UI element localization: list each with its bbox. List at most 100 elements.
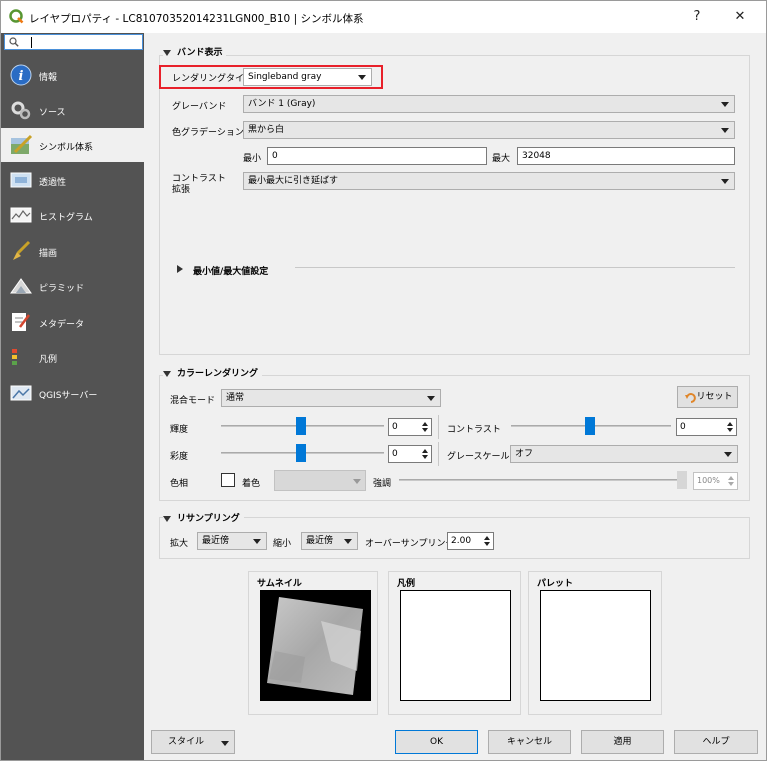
close-icon[interactable]: ✕ [730, 7, 750, 27]
transparency-icon [10, 172, 32, 188]
spin-down-icon[interactable] [728, 482, 734, 486]
colorize-color-button[interactable] [274, 470, 366, 491]
sidebar-item-legend[interactable]: 凡例 [1, 340, 144, 374]
strength-spinbox[interactable]: 100% [693, 472, 738, 490]
contrast-label: コントラスト [447, 425, 501, 435]
sidebar-item-pyramids[interactable]: ピラミッド [1, 269, 144, 303]
sidebar-item-label: QGISサーバー [39, 391, 98, 401]
render-type-select[interactable]: Singleband gray [243, 68, 372, 86]
render-type-label: レンダリングタイプ [172, 74, 254, 84]
saturation-slider-handle[interactable] [296, 444, 306, 462]
grayscale-select[interactable]: オフ [510, 445, 738, 463]
legend-preview-title: 凡例 [397, 579, 416, 589]
sidebar-item-symbology[interactable]: シンボル体系 [1, 128, 144, 162]
colorize-checkbox[interactable] [221, 473, 235, 487]
color-gradient-select[interactable]: 黒から白 [243, 121, 735, 139]
gray-band-value: バンド 1 (Gray) [248, 99, 316, 109]
sidebar-item-info[interactable]: i 情報 [1, 58, 144, 92]
resampling-header[interactable]: リサンプリング [163, 511, 244, 524]
sidebar-item-source[interactable]: ソース [1, 93, 144, 127]
spin-up-icon[interactable] [728, 476, 734, 480]
saturation-value: 0 [392, 449, 398, 459]
gray-band-select[interactable]: バンド 1 (Gray) [243, 95, 735, 113]
zoomed-in-select[interactable]: 最近傍 [197, 532, 267, 550]
legend-icon [12, 349, 17, 365]
color-rendering-header[interactable]: カラーレンダリング [163, 366, 263, 379]
chevron-down-icon [427, 396, 435, 401]
saturation-spinbox[interactable]: 0 [388, 445, 432, 463]
spin-up-icon[interactable] [484, 536, 490, 540]
spin-up-icon[interactable] [422, 449, 428, 453]
spin-up-icon[interactable] [422, 422, 428, 426]
contrast-spinbox[interactable]: 0 [676, 418, 737, 436]
thumbnail-title: サムネイル [257, 579, 302, 589]
spin-down-icon[interactable] [484, 542, 490, 546]
band-rendering-header[interactable]: バンド表示 [163, 45, 227, 58]
strength-value: 100% [697, 476, 720, 485]
brightness-value: 0 [392, 422, 398, 432]
blend-mode-select[interactable]: 通常 [221, 389, 441, 407]
reset-button[interactable]: リセット [677, 386, 738, 408]
palette-frame [540, 590, 651, 701]
zoomed-in-label: 拡大 [170, 539, 189, 549]
sidebar-search-input[interactable] [4, 34, 143, 50]
strength-label: 強調 [373, 479, 392, 489]
sidebar-item-metadata[interactable]: メタデータ [1, 305, 144, 339]
spin-down-icon[interactable] [422, 428, 428, 432]
sidebar-item-rendering[interactable]: 描画 [1, 234, 144, 268]
band-rendering-title: バンド表示 [177, 48, 223, 58]
color-gradient-value: 黒から白 [248, 125, 285, 135]
help-button[interactable]: ヘルプ [674, 730, 758, 754]
ok-label: OK [430, 737, 443, 747]
spin-up-icon[interactable] [727, 422, 733, 426]
spin-down-icon[interactable] [727, 428, 733, 432]
sidebar-item-label: 描画 [39, 249, 58, 259]
reset-label: リセット [696, 392, 733, 402]
sidebar-item-label: ソース [39, 108, 66, 118]
minmax-settings-header[interactable]: 最小値/最大値設定 [193, 264, 268, 277]
max-input[interactable]: 32048 [517, 147, 735, 165]
chevron-down-icon [221, 741, 229, 746]
spin-down-icon[interactable] [422, 455, 428, 459]
sidebar-item-label: ピラミッド [39, 284, 85, 294]
brightness-spinbox[interactable]: 0 [388, 418, 432, 436]
contrast-enhancement-select[interactable]: 最小最大に引き延ばす [243, 172, 735, 190]
resampling-title: リサンプリング [177, 514, 240, 524]
histogram-icon [10, 207, 32, 223]
contrast-enhancement-label-2: 拡張 [172, 185, 191, 195]
contrast-enhancement-value: 最小最大に引き延ばす [248, 176, 339, 186]
qgis-server-icon [10, 385, 32, 401]
min-input[interactable]: 0 [267, 147, 487, 165]
help-title-button[interactable]: ? [687, 7, 707, 27]
brightness-slider-handle[interactable] [296, 417, 306, 435]
help-label: ヘルプ [702, 737, 730, 747]
oversampling-spinbox[interactable]: 2.00 [447, 532, 494, 550]
saturation-label: 彩度 [170, 452, 189, 462]
sidebar-item-histogram[interactable]: ヒストグラム [1, 198, 144, 232]
zoomed-out-label: 縮小 [273, 539, 292, 549]
apply-label: 適用 [613, 737, 632, 747]
chevron-down-icon [721, 128, 729, 133]
metadata-icon [12, 313, 30, 331]
style-menu-button[interactable]: スタイル [151, 730, 235, 754]
apply-button[interactable]: 適用 [581, 730, 664, 754]
sidebar-item-qgis-server[interactable]: QGISサーバー [1, 376, 144, 410]
contrast-slider-handle[interactable] [585, 417, 595, 435]
zoomed-out-value: 最近傍 [306, 536, 334, 546]
rendering-icon [13, 240, 31, 260]
satellite-thumbnail-image [267, 597, 363, 695]
ok-button[interactable]: OK [395, 730, 478, 754]
palette-panel: パレット [528, 571, 662, 715]
thumbnail-panel: サムネイル [248, 571, 378, 715]
strength-slider-handle[interactable] [677, 471, 687, 489]
search-icon [9, 37, 19, 47]
zoomed-out-select[interactable]: 最近傍 [301, 532, 358, 550]
strength-slider-track[interactable] [399, 479, 679, 481]
sidebar-item-transparency[interactable]: 透過性 [1, 163, 144, 197]
chevron-down-icon [721, 179, 729, 184]
cancel-button[interactable]: キャンセル [488, 730, 571, 754]
info-icon: i [10, 64, 32, 86]
style-label: スタイル [168, 737, 205, 747]
gray-band-label: グレーバンド [172, 102, 227, 112]
expand-arrow-icon[interactable] [177, 265, 183, 273]
